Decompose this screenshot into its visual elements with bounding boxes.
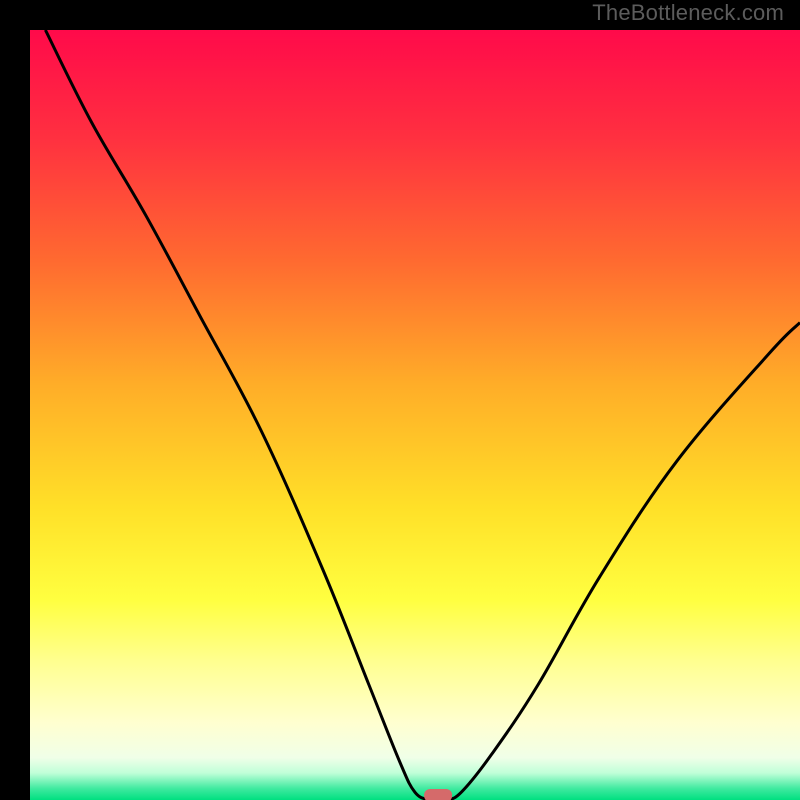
- optimal-marker: [424, 789, 452, 800]
- attribution-text: TheBottleneck.com: [592, 0, 784, 26]
- chart-frame: [15, 15, 785, 785]
- gradient-background: [30, 30, 800, 800]
- chart-svg: [30, 30, 800, 800]
